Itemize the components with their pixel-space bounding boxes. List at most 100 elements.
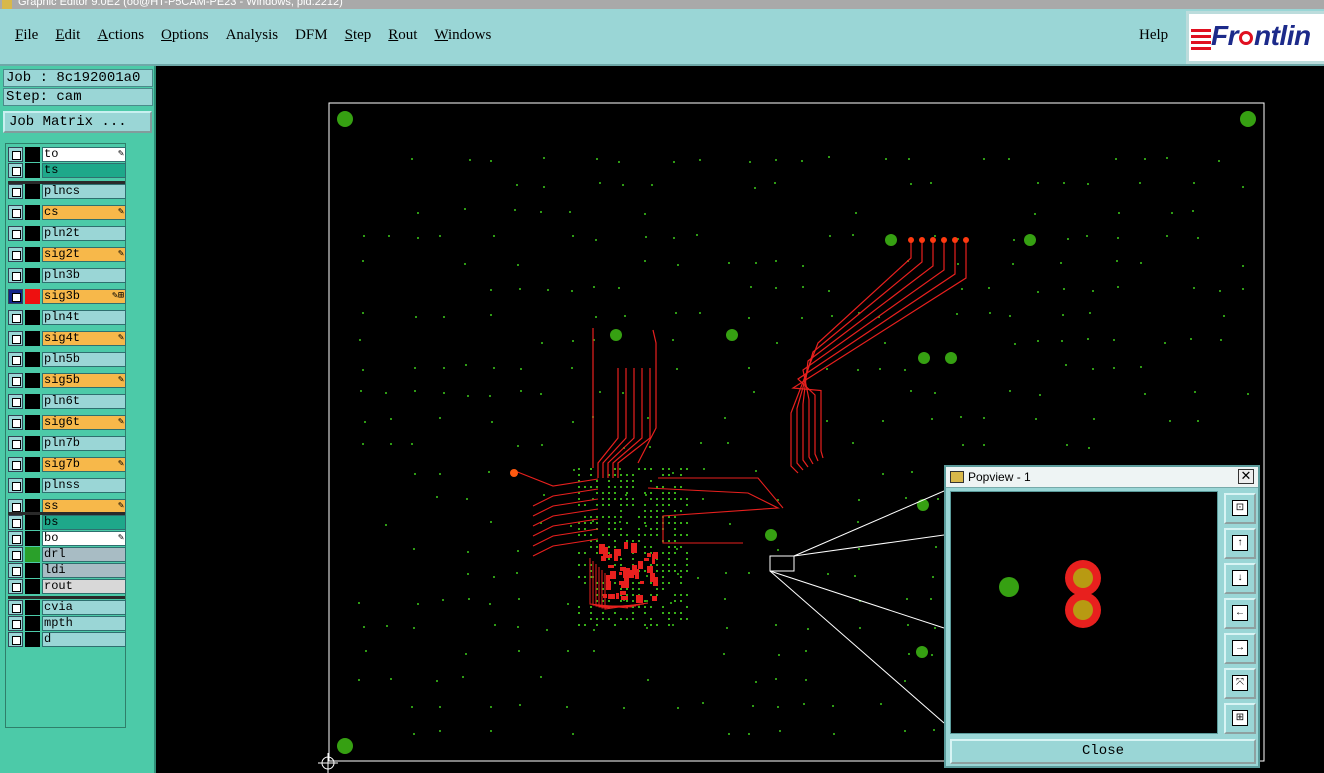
layer-name[interactable]: pln7b bbox=[42, 436, 126, 451]
menu-step[interactable]: Step bbox=[336, 27, 380, 49]
popview-pan-down-button[interactable]: ↓ bbox=[1224, 563, 1256, 594]
layer-checkbox[interactable] bbox=[8, 289, 23, 304]
layer-name[interactable]: sig3b ✎⊞ bbox=[42, 289, 126, 304]
layer-name[interactable]: d bbox=[42, 632, 126, 647]
layer-checkbox[interactable] bbox=[8, 352, 23, 367]
layer-name[interactable]: cvia bbox=[42, 600, 126, 615]
layer-name[interactable]: ldi bbox=[42, 563, 126, 578]
popview-pan-left-button[interactable]: ← bbox=[1224, 598, 1256, 629]
layer-name[interactable]: pln4t bbox=[42, 310, 126, 325]
layer-name[interactable]: pln5b bbox=[42, 352, 126, 367]
layer-row-ldi[interactable]: ldi bbox=[8, 563, 126, 578]
layer-color-swatch[interactable] bbox=[25, 352, 40, 367]
layer-checkbox[interactable] bbox=[8, 147, 23, 162]
layer-row-bo[interactable]: bo ✎ bbox=[8, 531, 126, 546]
layer-color-swatch[interactable] bbox=[25, 184, 40, 199]
layer-checkbox[interactable] bbox=[8, 184, 23, 199]
layer-color-swatch[interactable] bbox=[25, 436, 40, 451]
layer-name[interactable]: pln6t bbox=[42, 394, 126, 409]
layer-color-swatch[interactable] bbox=[25, 579, 40, 594]
layer-checkbox[interactable] bbox=[8, 394, 23, 409]
layer-row-pln6t[interactable]: pln6t bbox=[8, 394, 126, 409]
layer-row-pln2t[interactable]: pln2t bbox=[8, 226, 126, 241]
layer-row-rout[interactable]: rout bbox=[8, 579, 126, 594]
layer-checkbox[interactable] bbox=[8, 226, 23, 241]
layer-row-ts[interactable]: ts bbox=[8, 163, 126, 178]
layer-name[interactable]: mpth bbox=[42, 616, 126, 631]
layer-name[interactable]: rout bbox=[42, 579, 126, 594]
layer-name[interactable]: pln2t bbox=[42, 226, 126, 241]
layer-color-swatch[interactable] bbox=[25, 515, 40, 530]
layer-name[interactable]: sig4t ✎ bbox=[42, 331, 126, 346]
layer-row-d[interactable]: d bbox=[8, 632, 126, 647]
layer-row-pln7b[interactable]: pln7b bbox=[8, 436, 126, 451]
layer-name[interactable]: plnss bbox=[42, 478, 126, 493]
layer-row-pln4t[interactable]: pln4t bbox=[8, 310, 126, 325]
layer-row-bs[interactable]: bs bbox=[8, 515, 126, 530]
popview-zoom-fit-button[interactable]: ⊡ bbox=[1224, 493, 1256, 524]
layer-checkbox[interactable] bbox=[8, 247, 23, 262]
menu-file[interactable]: File bbox=[6, 27, 46, 49]
layer-row-sig5b[interactable]: sig5b ✎ bbox=[8, 373, 126, 388]
layer-checkbox[interactable] bbox=[8, 310, 23, 325]
layer-color-swatch[interactable] bbox=[25, 205, 40, 220]
popview-canvas[interactable] bbox=[950, 491, 1218, 734]
menu-windows[interactable]: Windows bbox=[425, 27, 499, 49]
layer-checkbox[interactable] bbox=[8, 415, 23, 430]
layer-name[interactable]: plncs bbox=[42, 184, 126, 199]
job-matrix-button[interactable]: Job Matrix ... bbox=[3, 111, 152, 133]
layer-color-swatch[interactable] bbox=[25, 478, 40, 493]
layer-color-swatch[interactable] bbox=[25, 415, 40, 430]
menu-options[interactable]: Options bbox=[152, 27, 217, 49]
layer-row-pln3b[interactable]: pln3b bbox=[8, 268, 126, 283]
layer-color-swatch[interactable] bbox=[25, 226, 40, 241]
layer-checkbox[interactable] bbox=[8, 205, 23, 220]
layer-color-swatch[interactable] bbox=[25, 616, 40, 631]
menu-rout[interactable]: Rout bbox=[379, 27, 425, 49]
layer-name[interactable]: sig6t ✎ bbox=[42, 415, 126, 430]
layer-name[interactable]: sig5b ✎ bbox=[42, 373, 126, 388]
layer-color-swatch[interactable] bbox=[25, 373, 40, 388]
layer-checkbox[interactable] bbox=[8, 436, 23, 451]
layer-color-swatch[interactable] bbox=[25, 547, 40, 562]
layer-name[interactable]: bs bbox=[42, 515, 126, 530]
layer-checkbox[interactable] bbox=[8, 579, 23, 594]
layer-color-swatch[interactable] bbox=[25, 163, 40, 178]
layer-name[interactable]: sig7b ✎ bbox=[42, 457, 126, 472]
menu-analysis[interactable]: Analysis bbox=[217, 27, 287, 49]
layer-checkbox[interactable] bbox=[8, 268, 23, 283]
layer-checkbox[interactable] bbox=[8, 163, 23, 178]
layer-row-cvia[interactable]: cvia bbox=[8, 600, 126, 615]
layer-color-swatch[interactable] bbox=[25, 289, 40, 304]
menu-dfm[interactable]: DFM bbox=[286, 27, 336, 49]
window-title-bar[interactable]: Graphic Editor 9.0E2 (oo@HT-P5CAM-PE23 -… bbox=[0, 0, 1324, 9]
layer-color-swatch[interactable] bbox=[25, 394, 40, 409]
popview-close-button[interactable]: Close bbox=[950, 739, 1256, 764]
menu-actions[interactable]: Actions bbox=[88, 27, 152, 49]
layer-name[interactable]: bo ✎ bbox=[42, 531, 126, 546]
layer-row-cs[interactable]: cs ✎ bbox=[8, 205, 126, 220]
popview-zoom-in-button[interactable]: ⊞ bbox=[1224, 703, 1256, 734]
layer-checkbox[interactable] bbox=[8, 563, 23, 578]
layer-checkbox[interactable] bbox=[8, 632, 23, 647]
layer-checkbox[interactable] bbox=[8, 616, 23, 631]
layer-name[interactable]: sig2t ✎ bbox=[42, 247, 126, 262]
popview-pan-up-button[interactable]: ↑ bbox=[1224, 528, 1256, 559]
layer-name[interactable]: drl bbox=[42, 547, 126, 562]
layer-name[interactable]: to ✎ bbox=[42, 147, 126, 162]
layer-row-sig2t[interactable]: sig2t ✎ bbox=[8, 247, 126, 262]
layer-color-swatch[interactable] bbox=[25, 147, 40, 162]
menu-edit[interactable]: Edit bbox=[46, 27, 88, 49]
layer-name[interactable]: cs ✎ bbox=[42, 205, 126, 220]
layer-row-sig7b[interactable]: sig7b ✎ bbox=[8, 457, 126, 472]
layer-color-swatch[interactable] bbox=[25, 310, 40, 325]
layer-name[interactable]: pln3b bbox=[42, 268, 126, 283]
layer-checkbox[interactable] bbox=[8, 373, 23, 388]
layer-color-swatch[interactable] bbox=[25, 457, 40, 472]
layer-row-sig6t[interactable]: sig6t ✎ bbox=[8, 415, 126, 430]
layer-row-pln5b[interactable]: pln5b bbox=[8, 352, 126, 367]
layer-name[interactable]: ts bbox=[42, 163, 126, 178]
layer-checkbox[interactable] bbox=[8, 515, 23, 530]
layer-row-sig3b[interactable]: sig3b ✎⊞ bbox=[8, 289, 126, 304]
popview-title-bar[interactable]: Popview - 1 ✕ bbox=[946, 467, 1258, 488]
